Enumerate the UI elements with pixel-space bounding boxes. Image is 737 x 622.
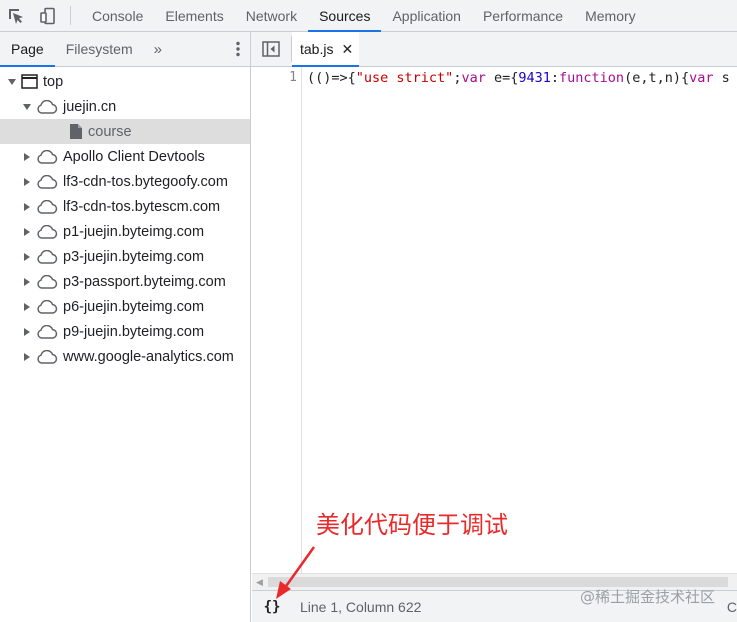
collapsed-arrow-icon[interactable] <box>21 276 33 288</box>
tree-item-label: Apollo Client Devtools <box>63 148 205 165</box>
line-gutter: 1 <box>251 67 302 573</box>
collapsed-arrow-icon[interactable] <box>21 151 33 163</box>
tree-item[interactable]: p9-juejin.byteimg.com <box>0 319 250 344</box>
tree-item-label: p3-passport.byteimg.com <box>63 273 226 290</box>
toolbar-divider <box>70 6 71 25</box>
collapsed-arrow-icon[interactable] <box>21 351 33 363</box>
cloud-icon <box>36 299 58 314</box>
tree-item[interactable]: p1-juejin.byteimg.com <box>0 219 250 244</box>
tab-page[interactable]: Page <box>0 32 55 67</box>
cloud-icon <box>36 224 58 239</box>
device-toolbar-icon[interactable] <box>32 0 64 31</box>
tree-item[interactable]: top <box>0 69 250 94</box>
tree-item-label: top <box>43 73 64 90</box>
collapsed-arrow-icon[interactable] <box>21 201 33 213</box>
scroll-left-icon[interactable]: ◀ <box>256 577 263 588</box>
cloud-icon <box>36 349 58 364</box>
frame-icon <box>21 74 38 89</box>
code-token: 9431 <box>518 70 551 86</box>
collapsed-arrow-icon[interactable] <box>21 326 33 338</box>
expanded-arrow-icon[interactable] <box>21 101 33 113</box>
pretty-print-button[interactable]: {} <box>252 599 292 615</box>
tree-item-label: p3-juejin.byteimg.com <box>63 248 205 265</box>
code-token: s <box>713 70 730 86</box>
line-number: 1 <box>289 70 297 85</box>
cloud-icon <box>36 324 58 339</box>
tab-elements[interactable]: Elements <box>154 0 234 31</box>
more-tabs-icon[interactable]: » <box>144 32 172 66</box>
code-token: e={ <box>485 70 519 86</box>
tree-item-label: www.google-analytics.com <box>63 348 234 365</box>
tree-item-label: course <box>88 123 132 140</box>
file-navigator: Page Filesystem » top juejin.cn course Apol… <box>0 32 251 622</box>
tab-sources[interactable]: Sources <box>308 0 382 32</box>
tab-filesystem[interactable]: Filesystem <box>55 32 144 66</box>
cloud-icon <box>36 149 58 164</box>
collapsed-arrow-icon[interactable] <box>21 176 33 188</box>
cursor-position: Line 1, Column 622 <box>300 598 422 615</box>
code-token: (e,t,n){ <box>624 70 690 86</box>
tree-item[interactable]: p6-juejin.byteimg.com <box>0 294 250 319</box>
navigator-menu-icon[interactable] <box>236 32 240 66</box>
code-token: function <box>559 70 625 86</box>
code-token: var <box>689 70 714 86</box>
tree-item-label: p9-juejin.byteimg.com <box>63 323 205 340</box>
file-tab-tab-js[interactable]: tab.js ✕ <box>292 32 360 67</box>
tree-item[interactable]: p3-juejin.byteimg.com <box>0 244 250 269</box>
tree-item[interactable]: lf3-cdn-tos.bytescm.com <box>0 194 250 219</box>
code-token: : <box>550 70 560 86</box>
cloud-icon <box>36 249 58 264</box>
collapsed-arrow-icon[interactable] <box>21 226 33 238</box>
source-tree: top juejin.cn course Apollo Client Devtools… <box>0 67 250 369</box>
status-trailing: C <box>726 598 737 615</box>
cloud-icon <box>36 199 58 214</box>
tree-item[interactable]: www.google-analytics.com <box>0 344 250 369</box>
annotation-text: 美化代码便于调试 <box>316 511 508 539</box>
collapsed-arrow-icon[interactable] <box>21 301 33 313</box>
tree-item-label: lf3-cdn-tos.bytegoofy.com <box>63 173 228 190</box>
panel-tabs: Console Elements Network Sources Application… <box>81 0 647 32</box>
tab-performance[interactable]: Performance <box>472 0 574 31</box>
code-token: "use strict" <box>355 70 454 86</box>
tree-item[interactable]: juejin.cn <box>0 94 250 119</box>
cloud-icon <box>36 274 58 289</box>
annotation-arrow <box>276 546 316 599</box>
inspect-element-icon[interactable] <box>0 0 32 31</box>
tab-application[interactable]: Application <box>381 0 472 31</box>
toggle-navigator-icon[interactable] <box>251 32 291 66</box>
collapsed-arrow-icon[interactable] <box>21 251 33 263</box>
tab-network[interactable]: Network <box>235 0 308 31</box>
tab-console[interactable]: Console <box>81 0 154 31</box>
cloud-icon <box>36 174 58 189</box>
watermark: @稀土掘金技术社区 <box>580 588 716 606</box>
navigator-tabs: Page Filesystem » <box>0 32 250 67</box>
expanded-arrow-icon[interactable] <box>6 76 18 88</box>
code-line[interactable]: (()=>{"use strict";var e={9431:function(… <box>307 70 730 86</box>
tree-item-label: lf3-cdn-tos.bytescm.com <box>63 198 221 215</box>
main-toolbar: Console Elements Network Sources Application… <box>0 0 737 32</box>
code-token: (()=>{ <box>307 70 356 86</box>
tree-item-label: juejin.cn <box>63 98 117 115</box>
tree-item[interactable]: lf3-cdn-tos.bytegoofy.com <box>0 169 250 194</box>
tree-item[interactable]: Apollo Client Devtools <box>0 144 250 169</box>
tab-memory[interactable]: Memory <box>574 0 647 31</box>
code-editor[interactable]: 1 (()=>{"use strict";var e={9431:functio… <box>251 67 737 573</box>
tree-item-label: p6-juejin.byteimg.com <box>63 298 205 315</box>
tree-item-label: p1-juejin.byteimg.com <box>63 223 205 240</box>
cloud-icon <box>36 99 58 114</box>
file-icon <box>69 123 83 140</box>
code-token: var <box>461 70 486 86</box>
tree-item[interactable]: course <box>0 119 250 144</box>
editor-tab-bar: tab.js ✕ <box>251 32 737 67</box>
close-icon[interactable]: ✕ <box>341 41 353 58</box>
file-tab-label: tab.js <box>300 41 334 57</box>
tree-item[interactable]: p3-passport.byteimg.com <box>0 269 250 294</box>
